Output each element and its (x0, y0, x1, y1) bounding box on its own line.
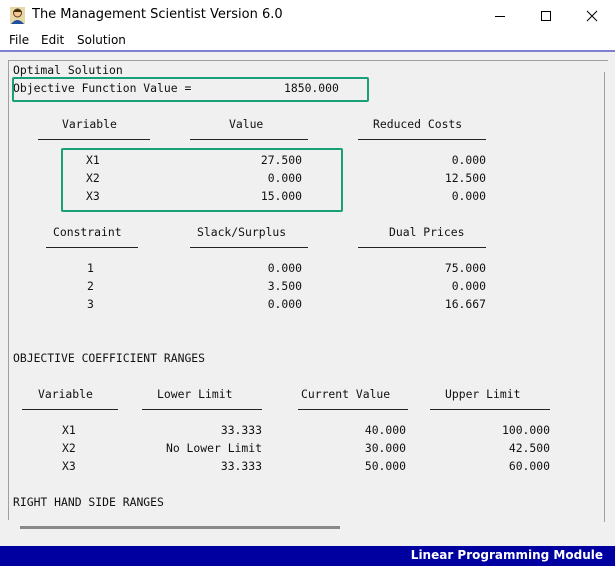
maximize-button[interactable] (523, 0, 569, 31)
header-underline (190, 247, 308, 248)
minimize-button[interactable] (477, 0, 523, 31)
menu-file[interactable]: File (9, 33, 29, 47)
menu-solution[interactable]: Solution (77, 33, 126, 47)
con-header-dual-prices: Dual Prices (389, 225, 465, 239)
var-reduced-cost: 0.000 (451, 153, 486, 167)
header-underline (46, 247, 138, 248)
ocr-header-variable: Variable (38, 387, 93, 401)
ocr-header-lower-limit: Lower Limit (157, 387, 233, 401)
dual-price-value: 16.667 (444, 297, 486, 311)
objective-ranges-title: OBJECTIVE COEFFICIENT RANGES (13, 351, 206, 365)
ocr-header-upper-limit: Upper Limit (445, 387, 521, 401)
status-bar: Linear Programming Module (0, 546, 615, 566)
header-underline (358, 247, 486, 248)
header-underline (22, 409, 118, 410)
close-button[interactable] (569, 0, 615, 31)
header-underline (298, 409, 408, 410)
header-underline (430, 409, 550, 410)
header-underline (142, 409, 262, 410)
menu-edit[interactable]: Edit (41, 33, 64, 47)
dual-price-value: 0.000 (451, 279, 486, 293)
ocr-variable: X2 (62, 441, 76, 455)
man-portrait-icon (10, 7, 25, 24)
var-reduced-cost: 12.500 (444, 171, 486, 185)
var-reduced-cost: 0.000 (451, 189, 486, 203)
constraint-number: 1 (87, 261, 94, 275)
constraint-number: 2 (87, 279, 94, 293)
var-header-value: Value (229, 117, 264, 131)
slack-surplus-value: 0.000 (267, 261, 302, 275)
con-header-constraint: Constraint (53, 225, 122, 239)
minimize-icon (495, 15, 505, 17)
ocr-upper-limit: 100.000 (501, 423, 550, 437)
header-underline (358, 139, 486, 140)
rhs-ranges-title: RIGHT HAND SIDE RANGES (13, 495, 164, 509)
ocr-current-value: 50.000 (364, 459, 406, 473)
menu-bar: File Edit Solution (0, 31, 615, 50)
ocr-header-current-value: Current Value (301, 387, 391, 401)
objective-highlight-box (12, 77, 369, 102)
ocr-lower-limit: 33.333 (220, 423, 262, 437)
slack-surplus-value: 3.500 (267, 279, 302, 293)
status-text: Linear Programming Module (410, 548, 603, 562)
ocr-upper-limit: 60.000 (508, 459, 550, 473)
header-underline (190, 139, 308, 140)
ocr-variable: X1 (62, 423, 76, 437)
ocr-upper-limit: 42.500 (508, 441, 550, 455)
ocr-lower-limit: No Lower Limit (165, 441, 262, 455)
variables-highlight-box (61, 148, 343, 212)
ocr-lower-limit: 33.333 (220, 459, 262, 473)
report-heading: Optimal Solution (13, 63, 123, 77)
var-header-reduced-costs: Reduced Costs (373, 117, 463, 131)
constraint-number: 3 (87, 297, 94, 311)
ocr-variable: X3 (62, 459, 76, 473)
slack-surplus-value: 0.000 (267, 297, 302, 311)
horizontal-scrollbar[interactable] (20, 526, 340, 529)
maximize-icon (541, 10, 551, 21)
window-title: The Management Scientist Version 6.0 (32, 7, 283, 22)
var-header-variable: Variable (62, 117, 117, 131)
dual-price-value: 75.000 (444, 261, 486, 275)
con-header-slack-surplus: Slack/Surplus (197, 225, 287, 239)
close-icon (586, 10, 598, 21)
ocr-current-value: 30.000 (364, 441, 406, 455)
title-bar: The Management Scientist Version 6.0 (0, 0, 615, 31)
report-window: Optimal Solution Objective Function Valu… (0, 52, 615, 546)
header-underline (38, 139, 150, 140)
ocr-current-value: 40.000 (364, 423, 406, 437)
report-right-border (604, 72, 605, 522)
